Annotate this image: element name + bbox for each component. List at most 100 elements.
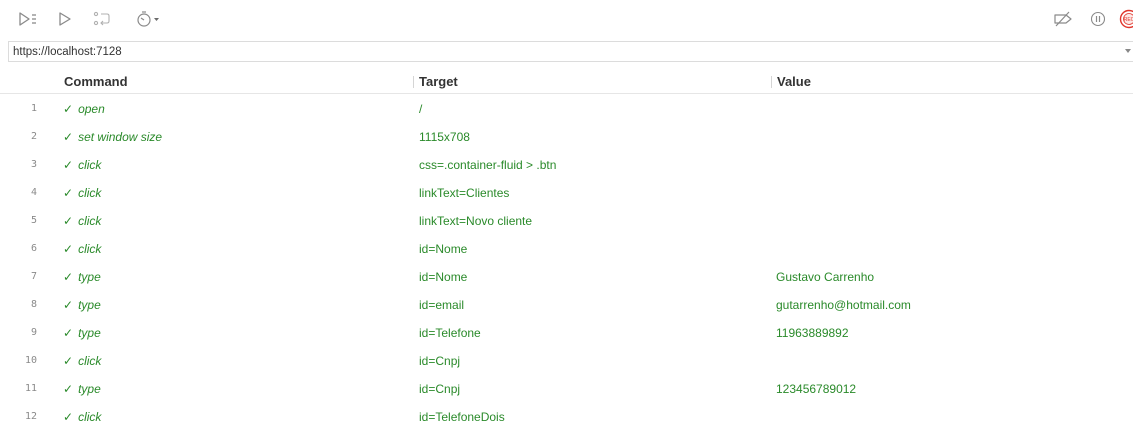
- command-cell: ✓ click: [63, 179, 101, 207]
- record-button[interactable]: REC: [1119, 9, 1133, 29]
- column-divider[interactable]: [413, 76, 414, 88]
- target-cell: id=Cnpj: [419, 354, 461, 368]
- command-cell: ✓ click: [63, 235, 101, 263]
- command-name: type: [78, 326, 101, 340]
- command-cell: ✓ type: [63, 319, 101, 347]
- check-icon: ✓: [63, 410, 74, 423]
- target-cell: id=Nome: [419, 270, 468, 284]
- row-index: 2: [30, 131, 37, 142]
- value-cell: 11963889892: [776, 326, 849, 340]
- command-name: type: [78, 270, 101, 284]
- target-cell: id=Nome: [419, 242, 468, 256]
- command-name: type: [78, 382, 101, 396]
- check-icon: ✓: [63, 354, 74, 368]
- commands-table-body: 1 ✓ open / 2 ✓ set window size 1115x708 3 …: [0, 95, 1133, 423]
- step-over-icon: [92, 10, 112, 28]
- command-row[interactable]: 1 ✓ open /: [0, 95, 1133, 123]
- stopwatch-icon: [136, 10, 162, 28]
- command-name: click: [78, 410, 102, 423]
- row-index: 6: [30, 243, 37, 254]
- row-index: 9: [30, 327, 37, 338]
- disable-breakpoints-button[interactable]: [1052, 11, 1074, 27]
- command-cell: ✓ type: [63, 263, 101, 291]
- command-cell: ✓ click: [63, 347, 101, 375]
- selenium-ide-editor: REC Command Target Value 1 ✓ open / 2 ✓ se…: [0, 0, 1133, 423]
- value-column-header[interactable]: Value: [777, 70, 811, 93]
- check-icon: ✓: [63, 298, 74, 312]
- row-index: 1: [30, 103, 37, 114]
- command-name: set window size: [78, 130, 163, 144]
- command-row[interactable]: 2 ✓ set window size 1115x708: [0, 123, 1133, 151]
- command-column-header[interactable]: Command: [64, 70, 128, 93]
- check-icon: ✓: [63, 214, 74, 228]
- value-cell: Gustavo Carrenho: [776, 270, 875, 284]
- check-icon: ✓: [63, 270, 74, 284]
- command-row[interactable]: 9 ✓ type id=Telefone 11963889892: [0, 319, 1133, 347]
- step-over-button[interactable]: [92, 10, 112, 28]
- toolbar: REC: [0, 0, 1133, 38]
- run-current-test-button[interactable]: [58, 11, 72, 27]
- row-index: 5: [30, 215, 37, 226]
- play-list-icon: [18, 11, 38, 27]
- target-cell: id=email: [419, 298, 465, 312]
- target-cell: linkText=Novo cliente: [419, 214, 533, 228]
- run-all-tests-button[interactable]: [18, 11, 38, 27]
- command-row[interactable]: 4 ✓ click linkText=Clientes: [0, 179, 1133, 207]
- check-icon: ✓: [63, 158, 74, 172]
- target-cell: id=Telefone: [419, 326, 481, 340]
- target-cell: id=TelefoneDois: [419, 410, 505, 423]
- command-row[interactable]: 12 ✓ click id=TelefoneDois: [0, 403, 1133, 423]
- command-name: click: [78, 242, 102, 256]
- command-name: type: [78, 298, 101, 312]
- target-cell: /: [419, 102, 423, 116]
- base-url-input[interactable]: [9, 42, 1119, 61]
- command-cell: ✓ click: [63, 403, 101, 423]
- check-icon: ✓: [63, 186, 74, 200]
- row-index: 8: [30, 299, 37, 310]
- target-cell: 1115x708: [419, 130, 470, 144]
- value-cell: gutarrenho@hotmail.com: [776, 298, 911, 312]
- command-cell: ✓ open: [63, 95, 105, 123]
- pause-on-exception-icon: [1090, 11, 1106, 27]
- command-name: click: [78, 354, 102, 368]
- column-divider[interactable]: [771, 76, 772, 88]
- command-row[interactable]: 8 ✓ type id=email gutarrenho@hotmail.com: [0, 291, 1133, 319]
- check-icon: ✓: [63, 382, 74, 396]
- row-index: 7: [30, 271, 37, 282]
- check-icon: ✓: [63, 242, 74, 256]
- command-row[interactable]: 6 ✓ click id=Nome: [0, 235, 1133, 263]
- check-icon: ✓: [63, 102, 74, 116]
- command-row[interactable]: 10 ✓ click id=Cnpj: [0, 347, 1133, 375]
- command-cell: ✓ click: [63, 151, 101, 179]
- commands-table-header: Command Target Value: [0, 70, 1133, 94]
- command-name: open: [78, 102, 105, 116]
- record-icon: REC: [1119, 9, 1133, 29]
- command-row[interactable]: 3 ✓ click css=.container-fluid > .btn: [0, 151, 1133, 179]
- svg-text:REC: REC: [1124, 17, 1133, 23]
- disable-breakpoints-icon: [1052, 11, 1074, 27]
- row-index: 11: [24, 383, 37, 394]
- pause-on-exceptions-button[interactable]: [1090, 11, 1106, 27]
- command-cell: ✓ type: [63, 375, 101, 403]
- base-url-bar: [8, 41, 1133, 62]
- test-speed-button[interactable]: [136, 10, 162, 28]
- target-cell: linkText=Clientes: [419, 186, 510, 200]
- url-dropdown-icon[interactable]: [1125, 49, 1131, 53]
- command-name: click: [78, 158, 102, 172]
- check-icon: ✓: [63, 130, 74, 144]
- command-name: click: [78, 186, 102, 200]
- command-cell: ✓ type: [63, 291, 101, 319]
- row-index: 3: [30, 159, 37, 170]
- value-cell: 123456789012: [776, 382, 857, 396]
- command-row[interactable]: 11 ✓ type id=Cnpj 123456789012: [0, 375, 1133, 403]
- command-cell: ✓ click: [63, 207, 101, 235]
- command-cell: ✓ set window size: [63, 123, 162, 151]
- command-name: click: [78, 214, 102, 228]
- row-index: 12: [24, 411, 37, 422]
- command-row[interactable]: 5 ✓ click linkText=Novo cliente: [0, 207, 1133, 235]
- row-index: 10: [24, 355, 37, 366]
- play-icon: [58, 11, 72, 27]
- row-index: 4: [30, 187, 37, 198]
- target-column-header[interactable]: Target: [419, 70, 458, 93]
- command-row[interactable]: 7 ✓ type id=Nome Gustavo Carrenho: [0, 263, 1133, 291]
